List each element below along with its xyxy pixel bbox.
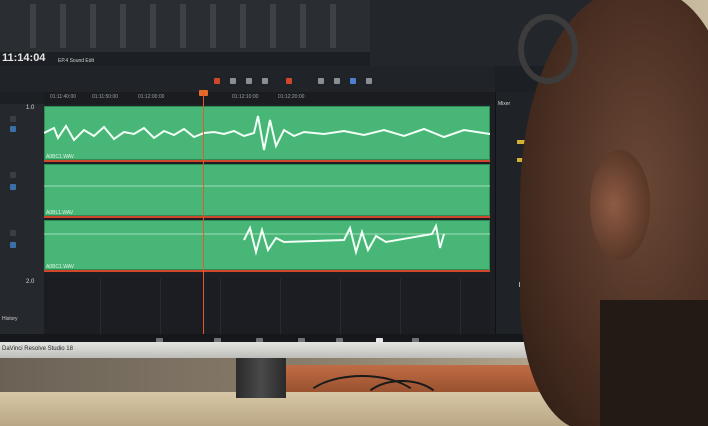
grid-line <box>460 278 461 334</box>
tab-deliver[interactable]: Deliver <box>410 348 426 354</box>
meter-bar <box>120 4 126 48</box>
ruler-label: 01:11:40:00 <box>50 94 77 100</box>
clip-boundary <box>44 160 490 162</box>
meter-bar <box>330 4 336 48</box>
track-level: 2.0 <box>26 279 35 285</box>
tab-fairlight[interactable]: Fairlight <box>370 348 388 354</box>
screen: 11:14:04 EP.4 Sound Edit 01:11:40:00 01:… <box>0 0 600 342</box>
tab-fusion[interactable]: Fusion <box>292 348 307 354</box>
mute-button[interactable] <box>10 126 16 132</box>
solo-button[interactable] <box>10 172 16 178</box>
track-header[interactable] <box>0 162 44 219</box>
empty-track-area[interactable] <box>44 278 490 334</box>
track-header[interactable] <box>0 218 44 279</box>
grid-line <box>280 278 281 334</box>
stop-icon[interactable] <box>246 78 252 84</box>
mute-button[interactable] <box>10 242 16 248</box>
track-header[interactable] <box>0 104 44 163</box>
link-icon[interactable] <box>334 78 340 84</box>
flag-icon[interactable] <box>366 78 372 84</box>
person-body <box>600 300 708 426</box>
grid-line <box>220 278 221 334</box>
grid-line <box>160 278 161 334</box>
meter-bar <box>150 4 156 48</box>
mute-button[interactable] <box>10 184 16 190</box>
waveform <box>44 115 490 151</box>
ruler-label: 01:11:50:00 <box>92 94 119 100</box>
clip-boundary <box>44 270 490 272</box>
monitor-stand <box>236 358 286 398</box>
grid-line <box>400 278 401 334</box>
track-level: 1.0 <box>26 105 35 111</box>
clip-boundary <box>44 216 490 218</box>
playhead[interactable] <box>203 92 204 334</box>
meter-bar <box>180 4 186 48</box>
meter-bar <box>240 4 246 48</box>
meter-bar <box>60 4 66 48</box>
timecode-display: 11:14:04 <box>2 52 46 64</box>
ruler-label: 01:12:10:00 <box>232 94 259 100</box>
tab-edit[interactable]: Edit <box>254 348 263 354</box>
tab-media[interactable]: Media <box>168 348 182 354</box>
grid-line <box>100 278 101 334</box>
brand-label: DaVinci Resolve Studio 18 <box>2 346 73 352</box>
meter-bar <box>270 4 276 48</box>
meter-bar <box>90 4 96 48</box>
track-header[interactable] <box>0 278 44 335</box>
tab-cut[interactable]: Cut <box>213 348 221 354</box>
timeline-title[interactable]: EP.4 Sound Edit <box>58 58 94 64</box>
crosshair-tool-icon[interactable] <box>230 78 236 84</box>
waveform <box>44 222 490 256</box>
tab-color[interactable]: Color <box>334 348 346 354</box>
pointer-tool-icon[interactable] <box>214 78 220 84</box>
play-icon[interactable] <box>262 78 268 84</box>
person-ear <box>590 150 650 260</box>
record-icon[interactable] <box>286 78 292 84</box>
photo-scene: 11:14:04 EP.4 Sound Edit 01:11:40:00 01:… <box>0 0 708 426</box>
solo-button[interactable] <box>10 230 16 236</box>
meter-bar <box>30 4 36 48</box>
waveform <box>44 185 490 187</box>
razor-tool-icon[interactable] <box>318 78 324 84</box>
ruler-label: 01:12:20:00 <box>278 94 305 100</box>
ruler-label: 01:12:00:00 <box>138 94 165 100</box>
monitor: 11:14:04 EP.4 Sound Edit 01:11:40:00 01:… <box>0 0 606 356</box>
meter-bar <box>300 4 306 48</box>
mixer-title: Mixer <box>498 101 511 107</box>
grid-line <box>340 278 341 334</box>
cable <box>360 380 444 426</box>
meter-bar <box>210 4 216 48</box>
eyeglasses <box>518 14 578 84</box>
history-label[interactable]: History <box>2 316 18 322</box>
solo-button[interactable] <box>10 116 16 122</box>
snap-icon[interactable] <box>350 78 356 84</box>
